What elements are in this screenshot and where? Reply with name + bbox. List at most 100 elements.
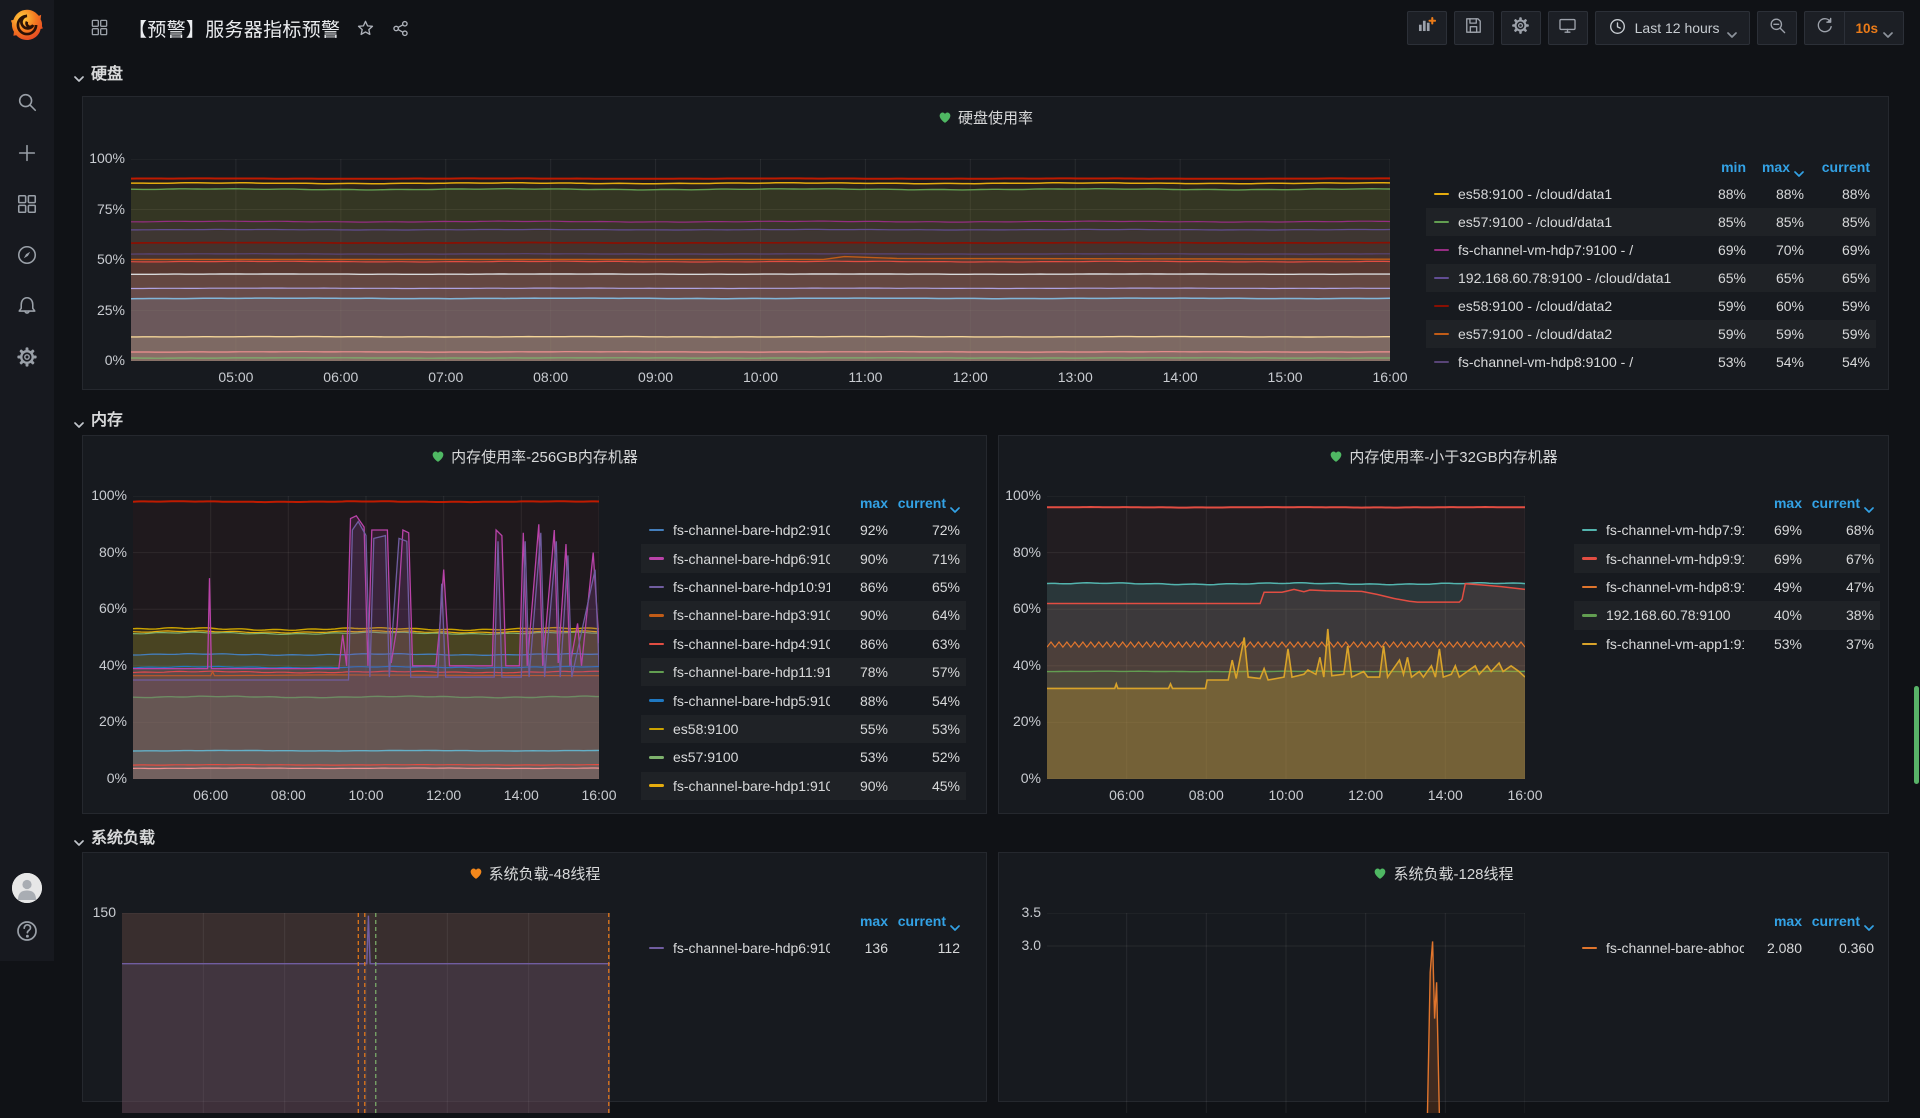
legend-row[interactable]: fs-channel-vm-hdp9:910069%67% <box>1574 544 1880 572</box>
grafana-logo-icon[interactable] <box>10 8 44 42</box>
cycle-view-button[interactable] <box>1548 11 1588 45</box>
legend-series-label[interactable]: 192.168.60.78:9100 <box>1606 607 1744 623</box>
legend-row[interactable]: fs-channel-bare-abhoc4:91002.0800.360 <box>1574 934 1880 962</box>
legend-value: 86% <box>830 636 888 652</box>
user-avatar[interactable] <box>12 873 42 903</box>
legend-series-label[interactable]: fs-channel-vm-hdp9:9100 <box>1606 551 1744 567</box>
legend-series-label[interactable]: fs-channel-bare-hdp5:9100 <box>673 693 830 709</box>
legend-row[interactable]: es58:9100 - /cloud/data259%60%59% <box>1426 292 1876 320</box>
panel-title[interactable]: 内存使用率-小于32GB内存机器 <box>999 446 1888 468</box>
chart-plot-area[interactable] <box>1047 496 1525 779</box>
legend-row[interactable]: es58:910055%53% <box>641 715 966 743</box>
legend-series-label[interactable]: fs-channel-vm-hdp8:9100 <box>1606 579 1744 595</box>
dashboard-settings-button[interactable] <box>1501 11 1541 45</box>
section-row-load[interactable]: 系统负载 <box>74 824 155 848</box>
section-row-memory[interactable]: 内存 <box>74 406 123 430</box>
section-row-disk[interactable]: 硬盘 <box>74 60 123 84</box>
legend-series-label[interactable]: fs-channel-vm-hdp8:9100 - / <box>1458 354 1694 370</box>
legend-row[interactable]: es57:9100 - /cloud/data259%59%59% <box>1426 320 1876 348</box>
legend-series-label[interactable]: fs-channel-vm-hdp7:9100 <box>1606 522 1744 538</box>
legend-row[interactable]: fs-channel-bare-hdp6:910090%71% <box>641 544 966 572</box>
sidebar-item-settings-gear[interactable] <box>15 347 39 371</box>
legend-col-max[interactable]: max <box>1744 495 1802 511</box>
time-range-picker[interactable]: Last 12 hours <box>1595 11 1751 45</box>
chart-plot-area[interactable] <box>122 913 610 1113</box>
legend-row[interactable]: es57:9100 - /cloud/data185%85%85% <box>1426 208 1876 236</box>
legend-row[interactable]: fs-channel-bare-hdp6:9100136112 <box>641 934 966 962</box>
panel-title[interactable]: 内存使用率-256GB内存机器 <box>83 446 986 468</box>
refresh-button[interactable] <box>1805 12 1844 44</box>
legend-col-max[interactable]: max <box>830 495 888 511</box>
legend-row[interactable]: fs-channel-bare-hdp10:910086%65% <box>641 573 966 601</box>
legend-col-max[interactable]: max <box>830 913 888 929</box>
panel-title[interactable]: 系统负载-128线程 <box>999 863 1888 885</box>
legend-col-current[interactable]: current <box>1804 159 1870 175</box>
legend-series-label[interactable]: fs-channel-vm-app1:9100 <box>1606 636 1744 652</box>
legend-row[interactable]: fs-channel-bare-hdp3:910090%64% <box>641 601 966 629</box>
legend-series-label[interactable]: es57:9100 <box>673 749 830 765</box>
legend-row[interactable]: 192.168.60.78:9100 - /cloud/data165%65%6… <box>1426 264 1876 292</box>
legend-series-label[interactable]: es58:9100 <box>673 721 830 737</box>
legend-row[interactable]: 192.168.60.78:910040%38% <box>1574 601 1880 629</box>
legend-series-label[interactable]: fs-channel-bare-hdp6:9100 <box>673 940 830 956</box>
legend-col-max[interactable]: max <box>1744 913 1802 929</box>
chart-plot-area[interactable] <box>131 159 1390 361</box>
dashboard-grid-icon[interactable] <box>90 18 110 38</box>
legend-col-current[interactable]: current <box>1802 495 1874 511</box>
legend-col-current[interactable]: current <box>1802 913 1874 929</box>
legend-series-label[interactable]: es57:9100 - /cloud/data2 <box>1458 326 1694 342</box>
legend-series-label[interactable]: fs-channel-bare-hdp3:9100 <box>673 607 830 623</box>
legend-series-label[interactable]: fs-channel-bare-hdp4:9100 <box>673 636 830 652</box>
chart-plot-area[interactable] <box>1047 913 1525 1113</box>
save-dashboard-button[interactable] <box>1454 11 1494 45</box>
legend-series-label[interactable]: es57:9100 - /cloud/data1 <box>1458 214 1694 230</box>
legend-col-current[interactable]: current <box>888 913 960 929</box>
legend-series-label[interactable]: fs-channel-bare-hdp1:9100 <box>673 778 830 794</box>
chart-canvas[interactable] <box>122 913 610 1113</box>
zoom-out-button[interactable] <box>1757 11 1797 45</box>
legend-row[interactable]: fs-channel-vm-app1:910053%37% <box>1574 630 1880 658</box>
legend-series-label[interactable]: es58:9100 - /cloud/data2 <box>1458 298 1694 314</box>
chart-canvas[interactable] <box>1047 496 1525 779</box>
dashboard-title[interactable]: 【预警】服务器指标预警 <box>128 15 340 42</box>
chart-plot-area[interactable] <box>133 496 599 779</box>
legend-col-current[interactable]: current <box>888 495 960 511</box>
chart-canvas[interactable] <box>131 159 1390 361</box>
scrollbar-thumb[interactable] <box>1914 686 1919 784</box>
sidebar-item-help[interactable] <box>15 919 39 943</box>
legend-row[interactable]: es58:9100 - /cloud/data188%88%88% <box>1426 180 1876 208</box>
chart-canvas[interactable] <box>133 496 599 779</box>
chart-canvas[interactable] <box>1047 913 1525 1113</box>
panel-title[interactable]: 系统负载-48线程 <box>83 863 986 885</box>
sidebar-item-search[interactable] <box>15 92 39 116</box>
sidebar-item-dashboards[interactable] <box>15 194 39 218</box>
share-icon[interactable] <box>391 19 410 38</box>
legend-series-label[interactable]: fs-channel-bare-hdp6:9100 <box>673 551 830 567</box>
add-panel-button[interactable] <box>1407 11 1447 45</box>
legend-series-label[interactable]: es58:9100 - /cloud/data1 <box>1458 186 1694 202</box>
legend-row[interactable]: fs-channel-bare-hdp5:910088%54% <box>641 686 966 714</box>
legend-row[interactable]: fs-channel-bare-hdp4:910086%63% <box>641 630 966 658</box>
sidebar-item-alerting-bell[interactable] <box>15 296 39 320</box>
legend-row[interactable]: fs-channel-bare-hdp1:910090%45% <box>641 772 966 800</box>
legend-row[interactable]: fs-channel-vm-hdp8:9100 - /53%54%54% <box>1426 348 1876 376</box>
legend-row[interactable]: es57:910053%52% <box>641 743 966 771</box>
legend-series-label[interactable]: 192.168.60.78:9100 - /cloud/data1 <box>1458 270 1694 286</box>
legend-series-label[interactable]: fs-channel-bare-hdp11:9100 <box>673 664 830 680</box>
legend-col-min[interactable]: min <box>1694 159 1746 175</box>
legend-series-label[interactable]: fs-channel-bare-abhoc4:9100 <box>1606 940 1744 956</box>
sidebar-item-explore-compass[interactable] <box>15 245 39 269</box>
legend-col-max[interactable]: max <box>1746 159 1804 175</box>
legend-row[interactable]: fs-channel-bare-hdp2:910092%72% <box>641 516 966 544</box>
legend-series-label[interactable]: fs-channel-bare-hdp2:9100 <box>673 522 830 538</box>
legend-row[interactable]: fs-channel-vm-hdp7:9100 - /69%70%69% <box>1426 236 1876 264</box>
legend-row[interactable]: fs-channel-vm-hdp8:910049%47% <box>1574 573 1880 601</box>
legend-series-label[interactable]: fs-channel-bare-hdp10:9100 <box>673 579 830 595</box>
legend-row[interactable]: fs-channel-bare-hdp11:910078%57% <box>641 658 966 686</box>
sidebar-item-plus[interactable] <box>15 143 39 167</box>
panel-title[interactable]: 硬盘使用率 <box>83 107 1888 129</box>
star-icon[interactable] <box>356 19 375 38</box>
legend-row[interactable]: fs-channel-vm-hdp7:910069%68% <box>1574 516 1880 544</box>
legend-series-label[interactable]: fs-channel-vm-hdp7:9100 - / <box>1458 242 1694 258</box>
refresh-interval-button[interactable]: 10s <box>1844 12 1903 44</box>
